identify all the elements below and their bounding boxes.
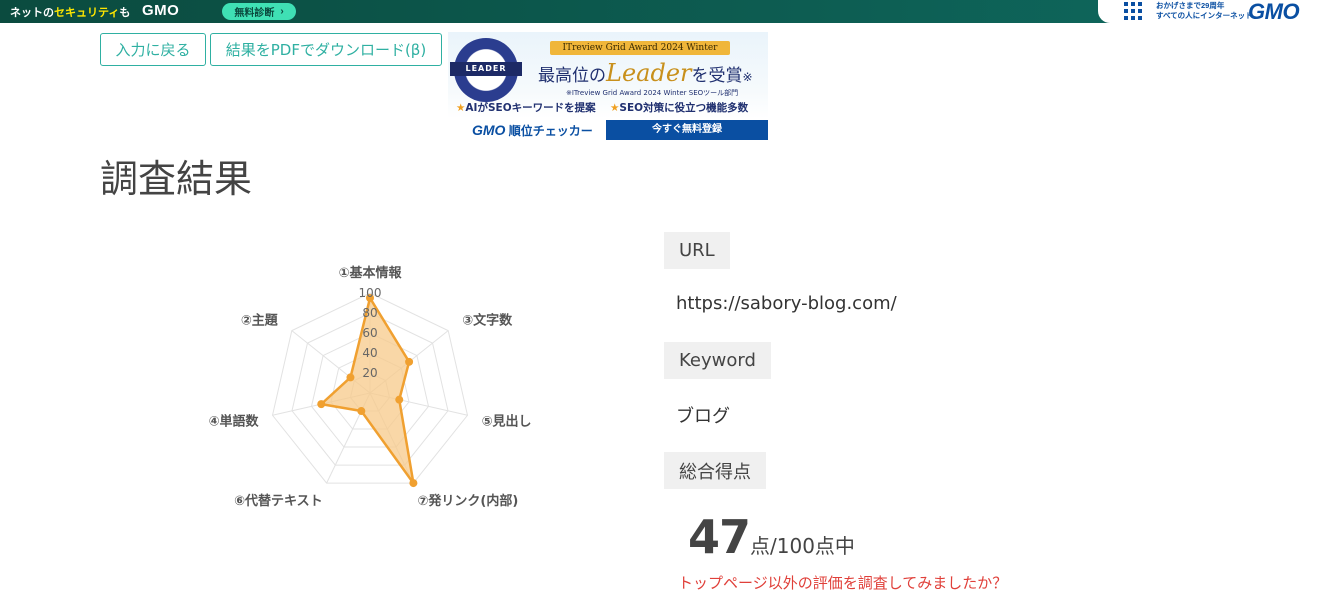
download-pdf-button[interactable]: 結果をPDFでダウンロード(β) xyxy=(210,33,442,66)
headline-post: を受賞 xyxy=(691,66,743,86)
headline-pre: 最高位の xyxy=(538,66,606,86)
free-diagnosis-label: 無料診断 xyxy=(234,8,275,19)
banner-note: ※ITreview Grid Award 2024 Winter SEOツール部… xyxy=(566,89,739,97)
url-value: https://sabory-blog.com/ xyxy=(676,293,897,314)
radar-category-label: ⑥代替テキスト xyxy=(234,493,323,509)
radar-category-label: ①基本情報 xyxy=(338,265,402,281)
star-icon: ★ xyxy=(610,102,620,114)
feature-1-text: AIがSEOキーワードを提案 xyxy=(465,102,596,114)
radar-data-point xyxy=(395,395,404,404)
page-title: 調査結果 xyxy=(100,157,253,201)
tagline-line1: おかげさまで29周年 xyxy=(1156,1,1225,10)
radar-category-label: ③文字数 xyxy=(462,313,513,329)
radar-tick-label: 60 xyxy=(362,326,377,340)
radar-data-point xyxy=(409,479,418,488)
apps-grid-icon[interactable] xyxy=(1124,2,1142,20)
radar-tick-label: 80 xyxy=(362,306,377,320)
slogan-pre: ネットの xyxy=(10,7,54,19)
radar-category-label: ⑦発リンク(内部) xyxy=(417,493,518,509)
banner-feature-1: ★AIがSEOキーワードを提案 xyxy=(456,100,596,115)
badge-ribbon: LEADER xyxy=(450,62,522,76)
free-diagnosis-button[interactable]: 無料診断 › xyxy=(222,3,296,20)
score-suffix: 点/100点中 xyxy=(750,534,855,558)
award-title: ITreview Grid Award 2024 Winter xyxy=(550,41,730,55)
security-slogan[interactable]: ネットのセキュリティも xyxy=(10,4,130,20)
banner-bottom: GMO 順位チェッカー 今すぐ無料登録 xyxy=(448,120,768,140)
gmo-group-panel: おかげさまで29周年 すべての人にインターネット GMO xyxy=(1098,0,1343,25)
leader-badge-icon: LEADER xyxy=(450,38,522,102)
slogan-post: も xyxy=(119,7,131,19)
radar-tick-label: 100 xyxy=(359,286,382,300)
headline-mark: ※ xyxy=(742,70,753,84)
banner-headline: 最高位のLeaderを受賞※ xyxy=(538,59,768,87)
radar-tick-label: 20 xyxy=(362,366,377,380)
total-score: 47点/100点中 xyxy=(688,510,855,564)
feature-2-text: SEO対策に役立つ機能多数 xyxy=(619,102,749,114)
star-icon: ★ xyxy=(456,102,466,114)
radar-data-point xyxy=(317,400,326,409)
award-banner[interactable]: LEADER ITreview Grid Award 2024 Winter 最… xyxy=(448,32,768,140)
chevron-right-icon: › xyxy=(280,6,284,17)
radar-chart-svg: 20 40 60 80 100 ①基本情報 ③文字数 ⑤見出し ⑦発リンク(内部) ⑥代替テキスト… xyxy=(208,265,531,509)
radar-category-label: ②主題 xyxy=(241,313,279,329)
url-label: URL xyxy=(664,232,730,269)
tagline-line2: すべての人にインターネット xyxy=(1156,11,1253,20)
radar-data-point xyxy=(357,407,366,416)
other-pages-promo-link[interactable]: トップページ以外の評価を調査してみましたか？ xyxy=(678,572,1007,593)
slogan-accent: セキュリティ xyxy=(54,7,120,19)
total-score-label: 総合得点 xyxy=(664,452,766,489)
radar-category-label: ⑤見出し xyxy=(481,413,531,429)
free-register-button[interactable]: 今すぐ無料登録 xyxy=(606,120,768,140)
back-to-input-button[interactable]: 入力に戻る xyxy=(100,33,206,66)
headline-big: Leader xyxy=(606,59,692,87)
banner-feature-2: ★SEO対策に役立つ機能多数 xyxy=(610,100,748,115)
brand-name: 順位チェッカー xyxy=(508,124,593,138)
radar-data-point xyxy=(405,357,414,366)
gmo-tagline: おかげさまで29周年 すべての人にインターネット xyxy=(1156,1,1253,21)
radar-category-label: ④単語数 xyxy=(208,413,259,429)
radar-data-point xyxy=(346,373,355,382)
keyword-value: ブログ xyxy=(676,406,730,427)
rank-checker-brand: GMO 順位チェッカー xyxy=(472,122,593,139)
keyword-label: Keyword xyxy=(664,342,771,379)
score-number: 47 xyxy=(688,510,751,564)
brand-gmo: GMO xyxy=(472,122,506,138)
gmo-top-bar: ネットのセキュリティも GMO 無料診断 › おかげさまで29周年 すべての人に… xyxy=(0,0,1343,25)
radar-tick-label: 40 xyxy=(362,346,377,360)
gmo-internet-logo[interactable]: GMO xyxy=(1248,0,1300,25)
score-radar-chart: 20 40 60 80 100 ①基本情報 ③文字数 ⑤見出し ⑦発リンク(内部) ⑥代替テキスト… xyxy=(150,250,590,550)
gmo-logo[interactable]: GMO xyxy=(142,2,179,19)
